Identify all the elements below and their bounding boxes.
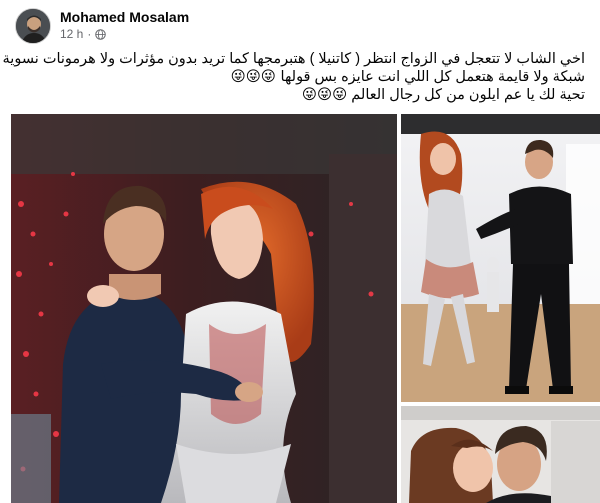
meta-separator: · xyxy=(87,27,92,41)
post-text-line-2: شبكة ولا قايمة هتعمل كل اللي انت عايزه ب… xyxy=(10,68,585,86)
globe-icon[interactable] xyxy=(95,28,107,40)
post-text: اخي الشاب لا تتعجل في الزواج انتظر ( كات… xyxy=(0,50,585,104)
author-avatar[interactable] xyxy=(15,8,51,44)
post-text-line-3-body: تحية لك يا عم ايلون من كل رجال العالم xyxy=(351,87,585,103)
post-timestamp[interactable]: 12 h xyxy=(60,27,83,41)
photo-studio-dance-image xyxy=(401,114,600,402)
winking-tongue-emoji: 😜😜😜 xyxy=(301,87,348,103)
author-name[interactable]: Mohamed Mosalam xyxy=(60,9,189,25)
post-photo-2[interactable] xyxy=(401,114,600,402)
photo-grid xyxy=(11,114,600,503)
post-text-line-1: اخي الشاب لا تتعجل في الزواج انتظر ( كات… xyxy=(0,51,585,67)
post-text-line-3: تحية لك يا عم ايلون من كل رجال العالم 😜😜… xyxy=(10,86,585,104)
post-meta: 12 h · xyxy=(60,27,107,41)
post-photo-1[interactable] xyxy=(11,114,397,503)
post-photo-3[interactable] xyxy=(401,406,600,503)
photo-dancing-couple-image xyxy=(11,114,397,503)
winking-tongue-emoji: 😜😜😜 xyxy=(230,69,281,85)
profile-photo-icon xyxy=(16,9,50,43)
facebook-post: Mohamed Mosalam 12 h · اخي الشاب لا تتعج… xyxy=(0,0,600,503)
photo-kiss-image xyxy=(401,406,600,503)
post-text-line-2-body: شبكة ولا قايمة هتعمل كل اللي انت عايزه ب… xyxy=(280,69,585,85)
